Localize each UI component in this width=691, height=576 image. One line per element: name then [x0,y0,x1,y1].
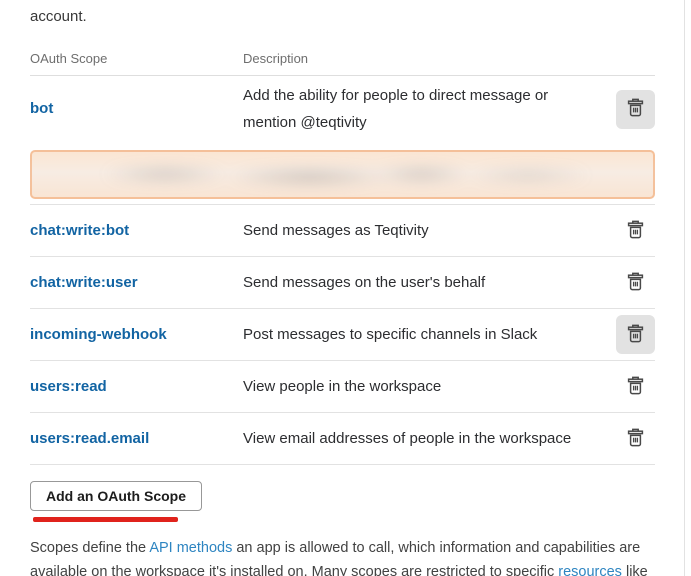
trash-icon [627,428,644,450]
trash-icon [627,324,644,346]
scope-link-bot[interactable]: bot [30,100,53,117]
scope-link-users-read[interactable]: users:read [30,378,107,395]
table-row: users:read View people in the workspace [30,360,655,412]
trash-icon [627,272,644,294]
scope-description: View email addresses of people in the wo… [243,425,575,452]
blurred-alert-content [69,162,603,189]
delete-scope-button[interactable] [616,419,655,458]
trash-icon [627,376,644,398]
scope-link-chat-write-bot[interactable]: chat:write:bot [30,222,129,239]
scope-description: Send messages as Teqtivity [243,217,575,244]
intro-text: account. [30,7,655,26]
api-methods-link[interactable]: API methods [149,540,232,556]
scope-description: Send messages on the user's behalf [243,269,575,296]
scope-description: Add the ability for people to direct mes… [243,82,575,136]
delete-scope-button[interactable] [616,315,655,354]
delete-scope-button[interactable] [616,263,655,302]
add-oauth-scope-button[interactable]: Add an OAuth Scope [30,481,202,511]
table-row: users:read.email View email addresses of… [30,412,655,465]
table-row: incoming-webhook Post messages to specif… [30,308,655,360]
scope-link-users-read-email[interactable]: users:read.email [30,430,149,447]
table-header: OAuth Scope Description [30,51,655,76]
scope-description: Post messages to specific channels in Sl… [243,321,575,348]
table-row: chat:write:user Send messages on the use… [30,256,655,308]
scope-link-chat-write-user[interactable]: chat:write:user [30,274,138,291]
annotation-underline [33,517,178,522]
table-row: chat:write:bot Send messages as Teqtivit… [30,204,655,256]
scope-description: View people in the workspace [243,373,575,400]
oauth-scopes-page: account. OAuth Scope Description bot Add… [0,0,691,576]
delete-scope-button[interactable] [616,90,655,129]
trash-icon [627,98,644,120]
table-row: bot Add the ability for people to direct… [30,76,655,142]
column-header-oauth-scope: OAuth Scope [30,51,243,66]
page-content: account. OAuth Scope Description bot Add… [0,0,691,576]
delete-scope-button[interactable] [616,367,655,406]
resources-link[interactable]: resources [558,564,622,576]
redacted-alert-banner [30,150,655,199]
column-header-description: Description [243,51,575,66]
scope-link-incoming-webhook[interactable]: incoming-webhook [30,326,167,343]
footer-description: Scopes define the API methods an app is … [30,536,655,576]
page-edge-divider [684,0,685,576]
footer-text: Scopes define the [30,540,149,556]
delete-scope-button[interactable] [616,211,655,250]
trash-icon [627,220,644,242]
